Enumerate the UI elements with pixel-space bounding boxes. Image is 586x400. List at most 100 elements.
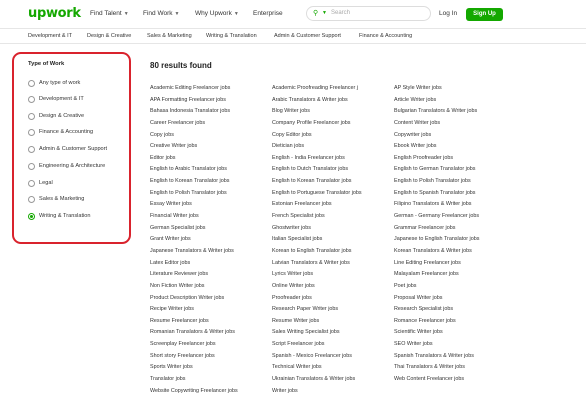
job-category-link[interactable]: Script Freelancer jobs xyxy=(272,339,394,351)
job-category-link[interactable]: Copy jobs xyxy=(150,130,272,142)
job-category-link[interactable]: English to Portuguese Translator jobs xyxy=(272,188,394,200)
filter-option-writing-translation[interactable]: Writing & Translation xyxy=(28,213,128,221)
job-category-link[interactable]: Short story Freelancer jobs xyxy=(150,351,272,363)
job-category-link[interactable]: Screenplay Freelancer jobs xyxy=(150,339,272,351)
job-category-link[interactable]: English to Polish Translator jobs xyxy=(150,188,272,200)
chevron-down-icon[interactable]: ▼ xyxy=(322,10,327,16)
job-category-link[interactable]: Latex Editor jobs xyxy=(150,258,272,270)
upwork-logo[interactable]: upwork xyxy=(28,6,81,21)
job-category-link[interactable]: English to Korean Translator jobs xyxy=(272,176,394,188)
radio-button[interactable] xyxy=(28,180,35,187)
job-category-link[interactable]: Resume Freelancer jobs xyxy=(150,316,272,328)
job-category-link[interactable]: Spanish Translators & Writer jobs xyxy=(394,351,516,363)
job-category-link[interactable]: English to Dutch Translator jobs xyxy=(272,164,394,176)
job-category-link[interactable]: English to Korean Translator jobs xyxy=(150,176,272,188)
job-category-link[interactable]: Proposal Writer jobs xyxy=(394,293,516,305)
job-category-link[interactable]: Website Copywriting Freelancer jobs xyxy=(150,386,272,398)
job-category-link[interactable]: English to Arabic Translator jobs xyxy=(150,164,272,176)
job-category-link[interactable]: Research Paper Writer jobs xyxy=(272,304,394,316)
radio-button[interactable] xyxy=(28,129,35,136)
job-category-link[interactable]: Resume Writer jobs xyxy=(272,316,394,328)
job-category-link[interactable]: Bulgarian Translators & Writer jobs xyxy=(394,106,516,118)
job-category-link[interactable]: Spanish - Mexico Freelancer jobs xyxy=(272,351,394,363)
job-category-link[interactable]: Company Profile Freelancer jobs xyxy=(272,118,394,130)
job-category-link[interactable]: Essay Writer jobs xyxy=(150,199,272,211)
job-category-link[interactable]: Blog Writer jobs xyxy=(272,106,394,118)
nav-why-upwork[interactable]: Why Upwork ▼ xyxy=(195,10,239,17)
job-category-link[interactable]: Editor jobs xyxy=(150,153,272,165)
job-category-link[interactable]: Article Writer jobs xyxy=(394,95,516,107)
radio-button[interactable] xyxy=(28,163,35,170)
job-category-link[interactable]: English to Polish Translator jobs xyxy=(394,176,516,188)
job-category-link[interactable]: SEO Writer jobs xyxy=(394,339,516,351)
job-category-link[interactable]: Romanian Translators & Writer jobs xyxy=(150,327,272,339)
job-category-link[interactable]: French Specialist jobs xyxy=(272,211,394,223)
job-category-link[interactable]: Japanese Translators & Writer jobs xyxy=(150,246,272,258)
job-category-link[interactable]: Creative Writer jobs xyxy=(150,141,272,153)
category-finance-accounting[interactable]: Finance & Accounting xyxy=(359,33,412,39)
job-category-link[interactable]: Latvian Translators & Writer jobs xyxy=(272,258,394,270)
job-category-link[interactable]: Web Content Freelancer jobs xyxy=(394,374,516,386)
job-category-link[interactable]: English to German Translator jobs xyxy=(394,164,516,176)
job-category-link[interactable]: Academic Proofreading Freelancer j xyxy=(272,83,394,95)
job-category-link[interactable]: English - India Freelancer jobs xyxy=(272,153,394,165)
job-category-link[interactable]: Line Editing Freelancer jobs xyxy=(394,258,516,270)
job-category-link[interactable]: Sales Writing Specialist jobs xyxy=(272,327,394,339)
job-category-link[interactable]: Romance Freelancer jobs xyxy=(394,316,516,328)
job-category-link[interactable]: Product Description Writer jobs xyxy=(150,293,272,305)
radio-button[interactable] xyxy=(28,96,35,103)
nav-enterprise[interactable]: Enterprise xyxy=(253,10,283,17)
job-category-link[interactable]: Lyrics Writer jobs xyxy=(272,269,394,281)
job-category-link[interactable]: Bahasa Indonesia Translator jobs xyxy=(150,106,272,118)
job-category-link[interactable]: Career Freelancer jobs xyxy=(150,118,272,130)
job-category-link[interactable]: Online Writer jobs xyxy=(272,281,394,293)
filter-option-finance-accounting[interactable]: Finance & Accounting xyxy=(28,129,128,137)
login-link[interactable]: Log In xyxy=(439,10,457,17)
job-category-link[interactable]: Grant Writer jobs xyxy=(150,234,272,246)
job-category-link[interactable]: Academic Editing Freelancer jobs xyxy=(150,83,272,95)
radio-button-selected[interactable] xyxy=(28,213,35,220)
category-sales-marketing[interactable]: Sales & Marketing xyxy=(147,33,192,39)
filter-option-legal[interactable]: Legal xyxy=(28,180,128,188)
job-category-link[interactable]: Korean to English Translator jobs xyxy=(272,246,394,258)
filter-option-engineering[interactable]: Engineering & Architecture xyxy=(28,163,128,171)
job-category-link[interactable]: Writer jobs xyxy=(272,386,394,398)
filter-option-admin-support[interactable]: Admin & Customer Support xyxy=(28,146,128,154)
job-category-link[interactable]: German Specialist jobs xyxy=(150,223,272,235)
job-category-link[interactable]: Technical Writer jobs xyxy=(272,362,394,374)
job-category-link[interactable]: English Proofreader jobs xyxy=(394,153,516,165)
job-category-link[interactable]: Research Specialist jobs xyxy=(394,304,516,316)
filter-option-any[interactable]: Any type of work xyxy=(28,80,128,88)
filter-option-sales-marketing[interactable]: Sales & Marketing xyxy=(28,196,128,204)
job-category-link[interactable]: Non Fiction Writer jobs xyxy=(150,281,272,293)
category-admin-support[interactable]: Admin & Customer Support xyxy=(274,33,341,39)
job-category-link[interactable]: Malayalam Freelancer jobs xyxy=(394,269,516,281)
job-category-link[interactable]: Arabic Translators & Writer jobs xyxy=(272,95,394,107)
radio-button[interactable] xyxy=(28,80,35,87)
nav-find-work[interactable]: Find Work ▼ xyxy=(143,10,179,17)
job-category-link[interactable]: Literature Reviewer jobs xyxy=(150,269,272,281)
job-category-link[interactable]: Italian Specialist jobs xyxy=(272,234,394,246)
radio-button[interactable] xyxy=(28,146,35,153)
job-category-link[interactable]: Filipino Translators & Writer jobs xyxy=(394,199,516,211)
job-category-link[interactable]: Sports Writer jobs xyxy=(150,362,272,374)
radio-button[interactable] xyxy=(28,196,35,203)
job-category-link[interactable]: Ukrainian Translators & Writer jobs xyxy=(272,374,394,386)
job-category-link[interactable]: German - Germany Freelancer jobs xyxy=(394,211,516,223)
job-category-link[interactable]: Thai Translators & Writer jobs xyxy=(394,362,516,374)
job-category-link[interactable]: Estonian Freelancer jobs xyxy=(272,199,394,211)
job-category-link[interactable]: Translator jobs xyxy=(150,374,272,386)
job-category-link[interactable]: Proofreader jobs xyxy=(272,293,394,305)
job-category-link[interactable]: Recipe Writer jobs xyxy=(150,304,272,316)
signup-button[interactable]: Sign Up xyxy=(466,8,503,21)
job-category-link[interactable]: APA Formatting Freelancer jobs xyxy=(150,95,272,107)
job-category-link[interactable]: Copywriter jobs xyxy=(394,130,516,142)
job-category-link[interactable]: Copy Editor jobs xyxy=(272,130,394,142)
job-category-link[interactable]: Dietician jobs xyxy=(272,141,394,153)
search-input[interactable]: ⚲ ▼ Search xyxy=(306,6,431,21)
job-category-link[interactable]: Grammar Freelancer jobs xyxy=(394,223,516,235)
filter-option-design-creative[interactable]: Design & Creative xyxy=(28,113,128,121)
job-category-link[interactable]: Ebook Writer jobs xyxy=(394,141,516,153)
filter-option-development-it[interactable]: Development & IT xyxy=(28,96,128,104)
job-category-link[interactable]: Scientific Writer jobs xyxy=(394,327,516,339)
